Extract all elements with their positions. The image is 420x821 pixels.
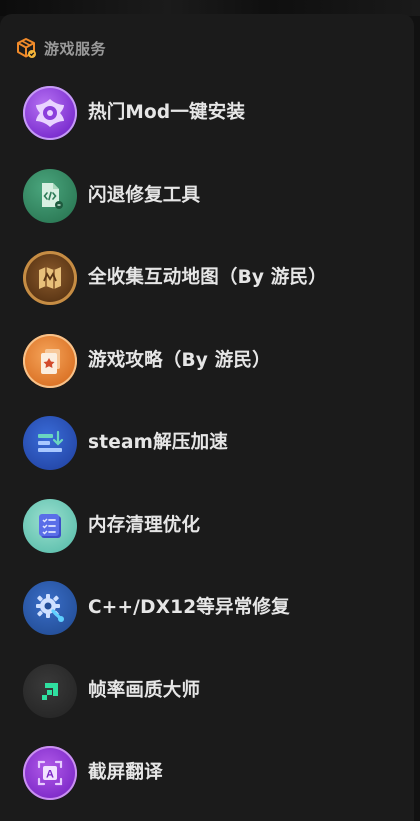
service-item-interactive-map[interactable]: 全收集互动地图（By 游民） bbox=[0, 236, 414, 319]
mod-install-icon bbox=[23, 86, 77, 140]
service-label: C++/DX12等异常修复 bbox=[88, 597, 290, 618]
checklist-icon bbox=[23, 498, 77, 553]
screenshot-translate-icon: A bbox=[23, 746, 77, 800]
section-title: 游戏服务 bbox=[44, 39, 107, 58]
service-label: steam解压加速 bbox=[88, 432, 228, 453]
guide-cards-icon bbox=[23, 333, 77, 388]
service-item-screenshot-translate[interactable]: A 截屏翻译 bbox=[0, 731, 414, 814]
service-label: 全收集互动地图（By 游民） bbox=[88, 267, 327, 288]
service-label: 游戏攻略（By 游民） bbox=[88, 349, 271, 371]
service-label: 闪退修复工具 bbox=[88, 184, 201, 206]
section-header: 游戏服务 bbox=[14, 36, 106, 60]
service-label: 热门Mod一键安装 bbox=[88, 102, 246, 123]
service-item-steam-decompress[interactable]: steam解压加速 bbox=[0, 401, 414, 484]
service-label: 帧率画质大师 bbox=[88, 679, 201, 701]
service-label: 内存清理优化 bbox=[88, 514, 201, 536]
code-file-repair-icon bbox=[23, 168, 77, 223]
service-item-memory-clean[interactable]: 内存清理优化 bbox=[0, 484, 414, 567]
map-icon bbox=[23, 251, 77, 305]
service-list: 热门Mod一键安装 闪退修复工具 全收集互动地图（By 游民） 游戏攻略（By … bbox=[0, 71, 414, 814]
svg-text:A: A bbox=[46, 769, 54, 781]
service-item-game-guide[interactable]: 游戏攻略（By 游民） bbox=[0, 319, 414, 402]
gear-wrench-icon bbox=[23, 581, 77, 635]
service-item-mod-install[interactable]: 热门Mod一键安装 bbox=[0, 71, 414, 154]
service-item-fps-quality[interactable]: 帧率画质大师 bbox=[0, 649, 414, 732]
game-box-icon bbox=[14, 36, 38, 60]
fps-arrow-icon bbox=[23, 663, 77, 718]
service-item-cpp-dx12-fix[interactable]: C++/DX12等异常修复 bbox=[0, 566, 414, 649]
service-label: 截屏翻译 bbox=[88, 762, 163, 783]
game-services-panel: 游戏服务 热门Mod一键安装 闪退修复工具 全收集互动地图（By 游民） 游戏攻… bbox=[0, 14, 414, 821]
service-item-crash-fix[interactable]: 闪退修复工具 bbox=[0, 154, 414, 237]
download-speed-icon bbox=[23, 416, 77, 470]
